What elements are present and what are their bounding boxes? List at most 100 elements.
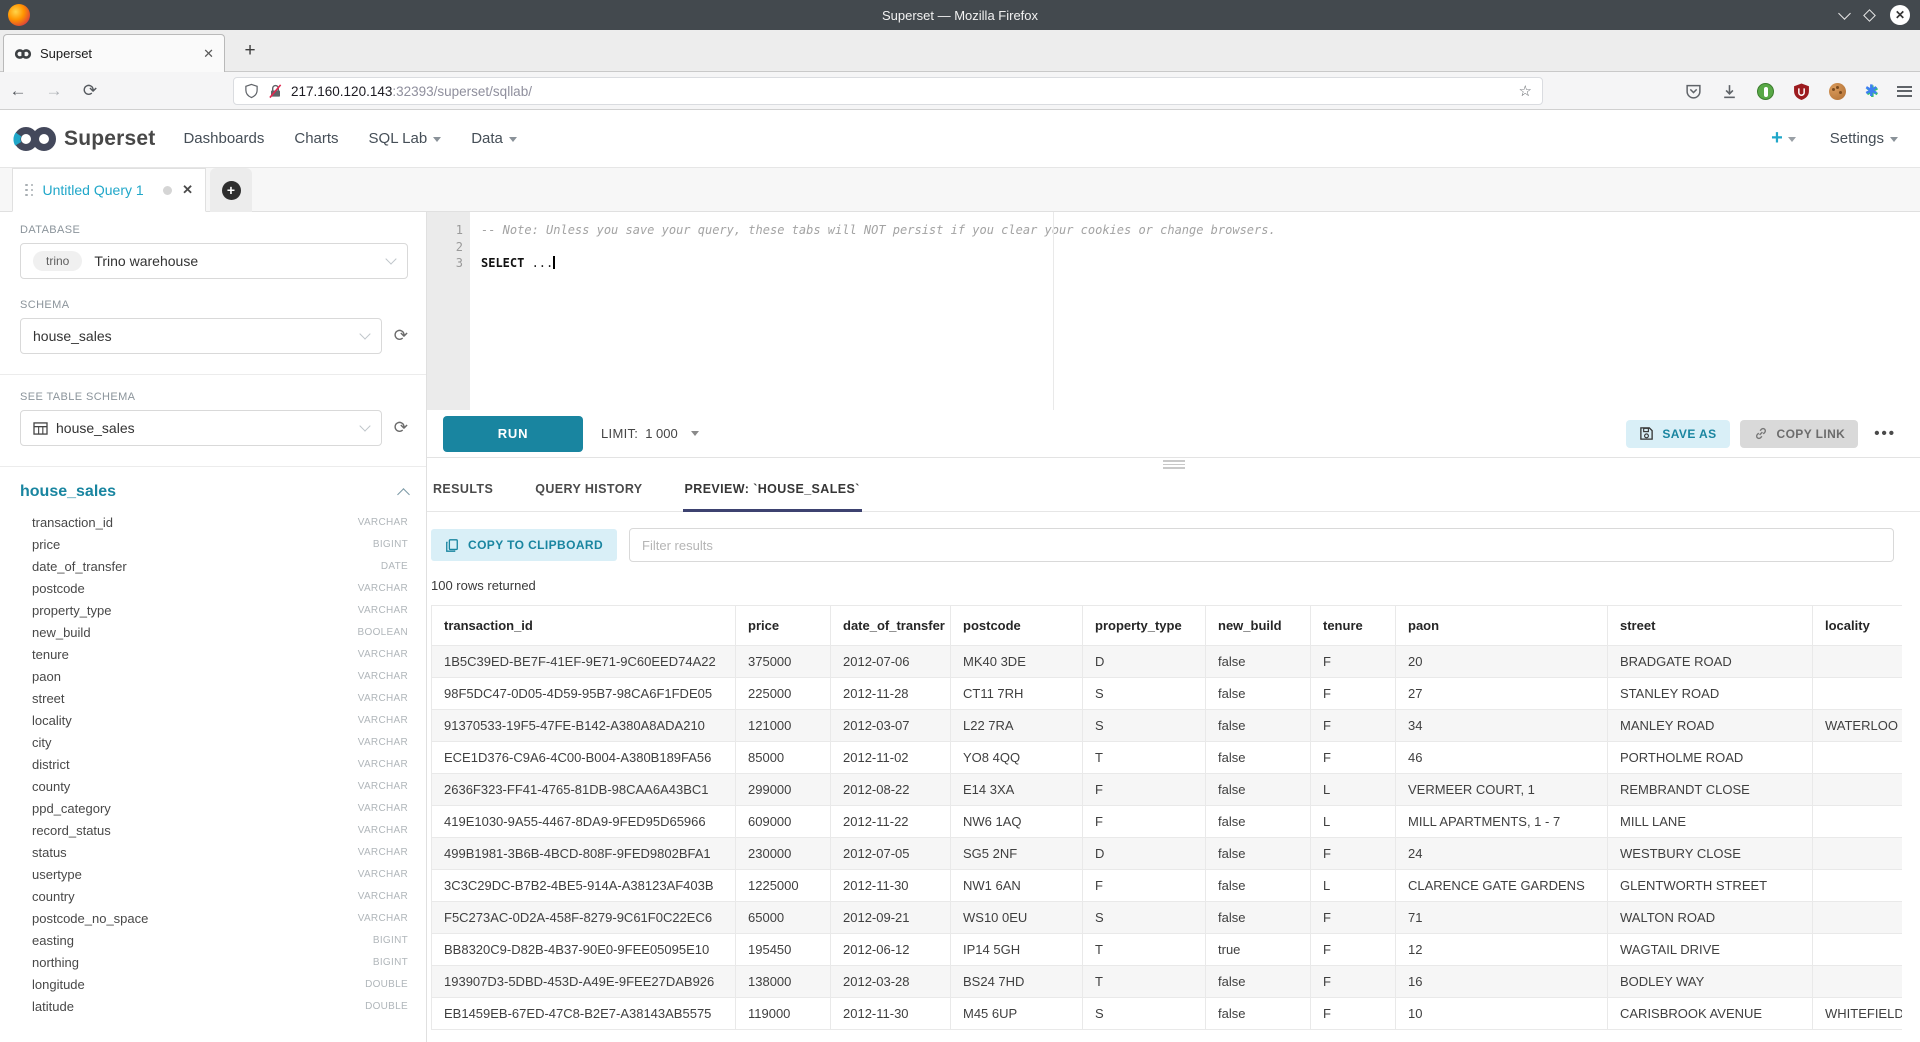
results-tab-query-history[interactable]: QUERY HISTORY: [533, 458, 644, 512]
run-button[interactable]: RUN: [443, 416, 583, 452]
column-row-paon[interactable]: paonVARCHAR: [20, 665, 408, 687]
column-row-ppd_category[interactable]: ppd_categoryVARCHAR: [20, 797, 408, 819]
navbar-item-data[interactable]: Data: [471, 130, 517, 147]
navbar-item-charts[interactable]: Charts: [294, 130, 338, 147]
reload-icon[interactable]: ⟳: [72, 81, 108, 101]
column-header-new_build[interactable]: new_build: [1206, 606, 1311, 646]
tab-close-icon[interactable]: ✕: [203, 46, 214, 62]
column-row-status[interactable]: statusVARCHAR: [20, 841, 408, 863]
column-header-price[interactable]: price: [736, 606, 831, 646]
pocket-icon[interactable]: [1685, 83, 1702, 100]
column-row-record_status[interactable]: record_statusVARCHAR: [20, 819, 408, 841]
ublock-icon[interactable]: [1793, 83, 1810, 100]
more-options-icon[interactable]: •••: [1874, 425, 1896, 442]
refresh-schemas-icon[interactable]: ⟳: [394, 326, 408, 346]
column-row-city[interactable]: cityVARCHAR: [20, 731, 408, 753]
insecure-lock-icon[interactable]: [268, 83, 283, 99]
column-header-street[interactable]: street: [1608, 606, 1813, 646]
bookmark-star-icon[interactable]: ☆: [1519, 82, 1532, 100]
close-window-icon[interactable]: ✕: [1890, 5, 1910, 25]
copy-link-button[interactable]: COPY LINK: [1740, 420, 1859, 448]
results-table-container[interactable]: transaction_idpricedate_of_transferpostc…: [431, 605, 1902, 1030]
drag-handle-icon[interactable]: [25, 184, 34, 197]
editor-code[interactable]: -- Note: Unless you save your query, the…: [470, 212, 1276, 410]
refresh-tables-icon[interactable]: ⟳: [394, 418, 408, 438]
column-row-transaction_id[interactable]: transaction_idVARCHAR: [20, 511, 408, 533]
close-query-tab-icon[interactable]: ✕: [182, 182, 193, 198]
filter-results-input[interactable]: [629, 528, 1894, 562]
column-row-postcode[interactable]: postcodeVARCHAR: [20, 577, 408, 599]
table-name-heading[interactable]: house_sales: [20, 483, 116, 501]
table-row: F5C273AC-0D2A-458F-8279-9C61F0C22EC66500…: [432, 902, 1903, 934]
url-text[interactable]: 217.160.120.143:32393/superset/sqllab/: [291, 84, 1519, 99]
column-row-price[interactable]: priceBIGINT: [20, 533, 408, 555]
navbar-item-sql-lab[interactable]: SQL Lab: [369, 130, 442, 147]
column-row-locality[interactable]: localityVARCHAR: [20, 709, 408, 731]
column-name: country: [32, 889, 75, 904]
editor-toolbar: RUN LIMIT: 1 000 SAVE AS: [427, 410, 1920, 458]
column-row-date_of_transfer[interactable]: date_of_transferDATE: [20, 555, 408, 577]
table-cell: WAGTAIL DRIVE: [1608, 934, 1813, 966]
containers-icon[interactable]: ✱: [1865, 81, 1878, 101]
collapse-chevron-icon[interactable]: [397, 488, 410, 501]
forward-icon[interactable]: →: [36, 81, 72, 101]
database-select[interactable]: trino Trino warehouse: [20, 243, 408, 279]
column-header-postcode[interactable]: postcode: [951, 606, 1083, 646]
column-header-paon[interactable]: paon: [1396, 606, 1608, 646]
column-row-latitude[interactable]: latitudeDOUBLE: [20, 995, 408, 1017]
settings-menu[interactable]: Settings: [1830, 130, 1898, 147]
url-bar[interactable]: 217.160.120.143:32393/superset/sqllab/ ☆: [233, 77, 1543, 105]
column-row-postcode_no_space[interactable]: postcode_no_spaceVARCHAR: [20, 907, 408, 929]
new-tab-button[interactable]: +: [238, 39, 262, 63]
column-header-tenure[interactable]: tenure: [1311, 606, 1396, 646]
column-row-country[interactable]: countryVARCHAR: [20, 885, 408, 907]
table-cell: false: [1206, 774, 1311, 806]
navbar-item-dashboards[interactable]: Dashboards: [183, 130, 264, 147]
column-row-street[interactable]: streetVARCHAR: [20, 687, 408, 709]
column-header-transaction_id[interactable]: transaction_id: [432, 606, 736, 646]
column-header-property_type[interactable]: property_type: [1083, 606, 1206, 646]
maximize-icon[interactable]: [1863, 9, 1876, 22]
column-row-longitude[interactable]: longitudeDOUBLE: [20, 973, 408, 995]
copy-to-clipboard-button[interactable]: COPY TO CLIPBOARD: [431, 529, 617, 561]
column-row-new_build[interactable]: new_buildBOOLEAN: [20, 621, 408, 643]
back-icon[interactable]: ←: [0, 81, 36, 101]
column-row-usertype[interactable]: usertypeVARCHAR: [20, 863, 408, 885]
browser-tab-superset[interactable]: Superset ✕: [3, 34, 225, 72]
query-tab-untitled-1[interactable]: Untitled Query 1 ✕: [12, 168, 206, 212]
column-header-locality[interactable]: locality: [1813, 606, 1903, 646]
column-row-northing[interactable]: northingBIGINT: [20, 951, 408, 973]
table-cell: 375000: [736, 646, 831, 678]
sql-editor[interactable]: 123 -- Note: Unless you save your query,…: [427, 212, 1920, 410]
table-select[interactable]: house_sales: [20, 410, 382, 446]
shield-icon[interactable]: [244, 83, 259, 99]
minimize-icon[interactable]: [1838, 7, 1851, 20]
privacy-badger-icon[interactable]: [1757, 83, 1774, 100]
menu-icon[interactable]: [1897, 86, 1912, 97]
resize-handle-icon[interactable]: [1163, 460, 1185, 471]
column-row-district[interactable]: districtVARCHAR: [20, 753, 408, 775]
column-type: VARCHAR: [358, 869, 408, 880]
add-new-button[interactable]: +: [1771, 127, 1796, 150]
superset-brand[interactable]: Superset: [12, 124, 155, 154]
column-row-tenure[interactable]: tenureVARCHAR: [20, 643, 408, 665]
schema-select[interactable]: house_sales: [20, 318, 382, 354]
table-cell: BS24 7HD: [951, 966, 1083, 998]
table-cell: PORTHOLME ROAD: [1608, 742, 1813, 774]
table-cell: 2012-07-06: [831, 646, 951, 678]
add-query-tab[interactable]: +: [210, 168, 252, 212]
table-cell: 34: [1396, 710, 1608, 742]
results-tab-preview-house-sales[interactable]: PREVIEW: `HOUSE_SALES`: [683, 458, 862, 512]
downloads-icon[interactable]: [1721, 83, 1738, 100]
column-row-property_type[interactable]: property_typeVARCHAR: [20, 599, 408, 621]
save-as-button[interactable]: SAVE AS: [1626, 420, 1729, 448]
chevron-down-icon: [385, 253, 396, 264]
column-name: property_type: [32, 603, 112, 618]
column-row-county[interactable]: countyVARCHAR: [20, 775, 408, 797]
cookie-manager-icon[interactable]: [1829, 83, 1846, 100]
column-row-easting[interactable]: eastingBIGINT: [20, 929, 408, 951]
results-tab-results[interactable]: RESULTS: [431, 458, 495, 512]
column-header-date_of_transfer[interactable]: date_of_transfer: [831, 606, 951, 646]
superset-logo-icon: [12, 124, 58, 154]
limit-dropdown[interactable]: LIMIT: 1 000: [601, 426, 699, 441]
